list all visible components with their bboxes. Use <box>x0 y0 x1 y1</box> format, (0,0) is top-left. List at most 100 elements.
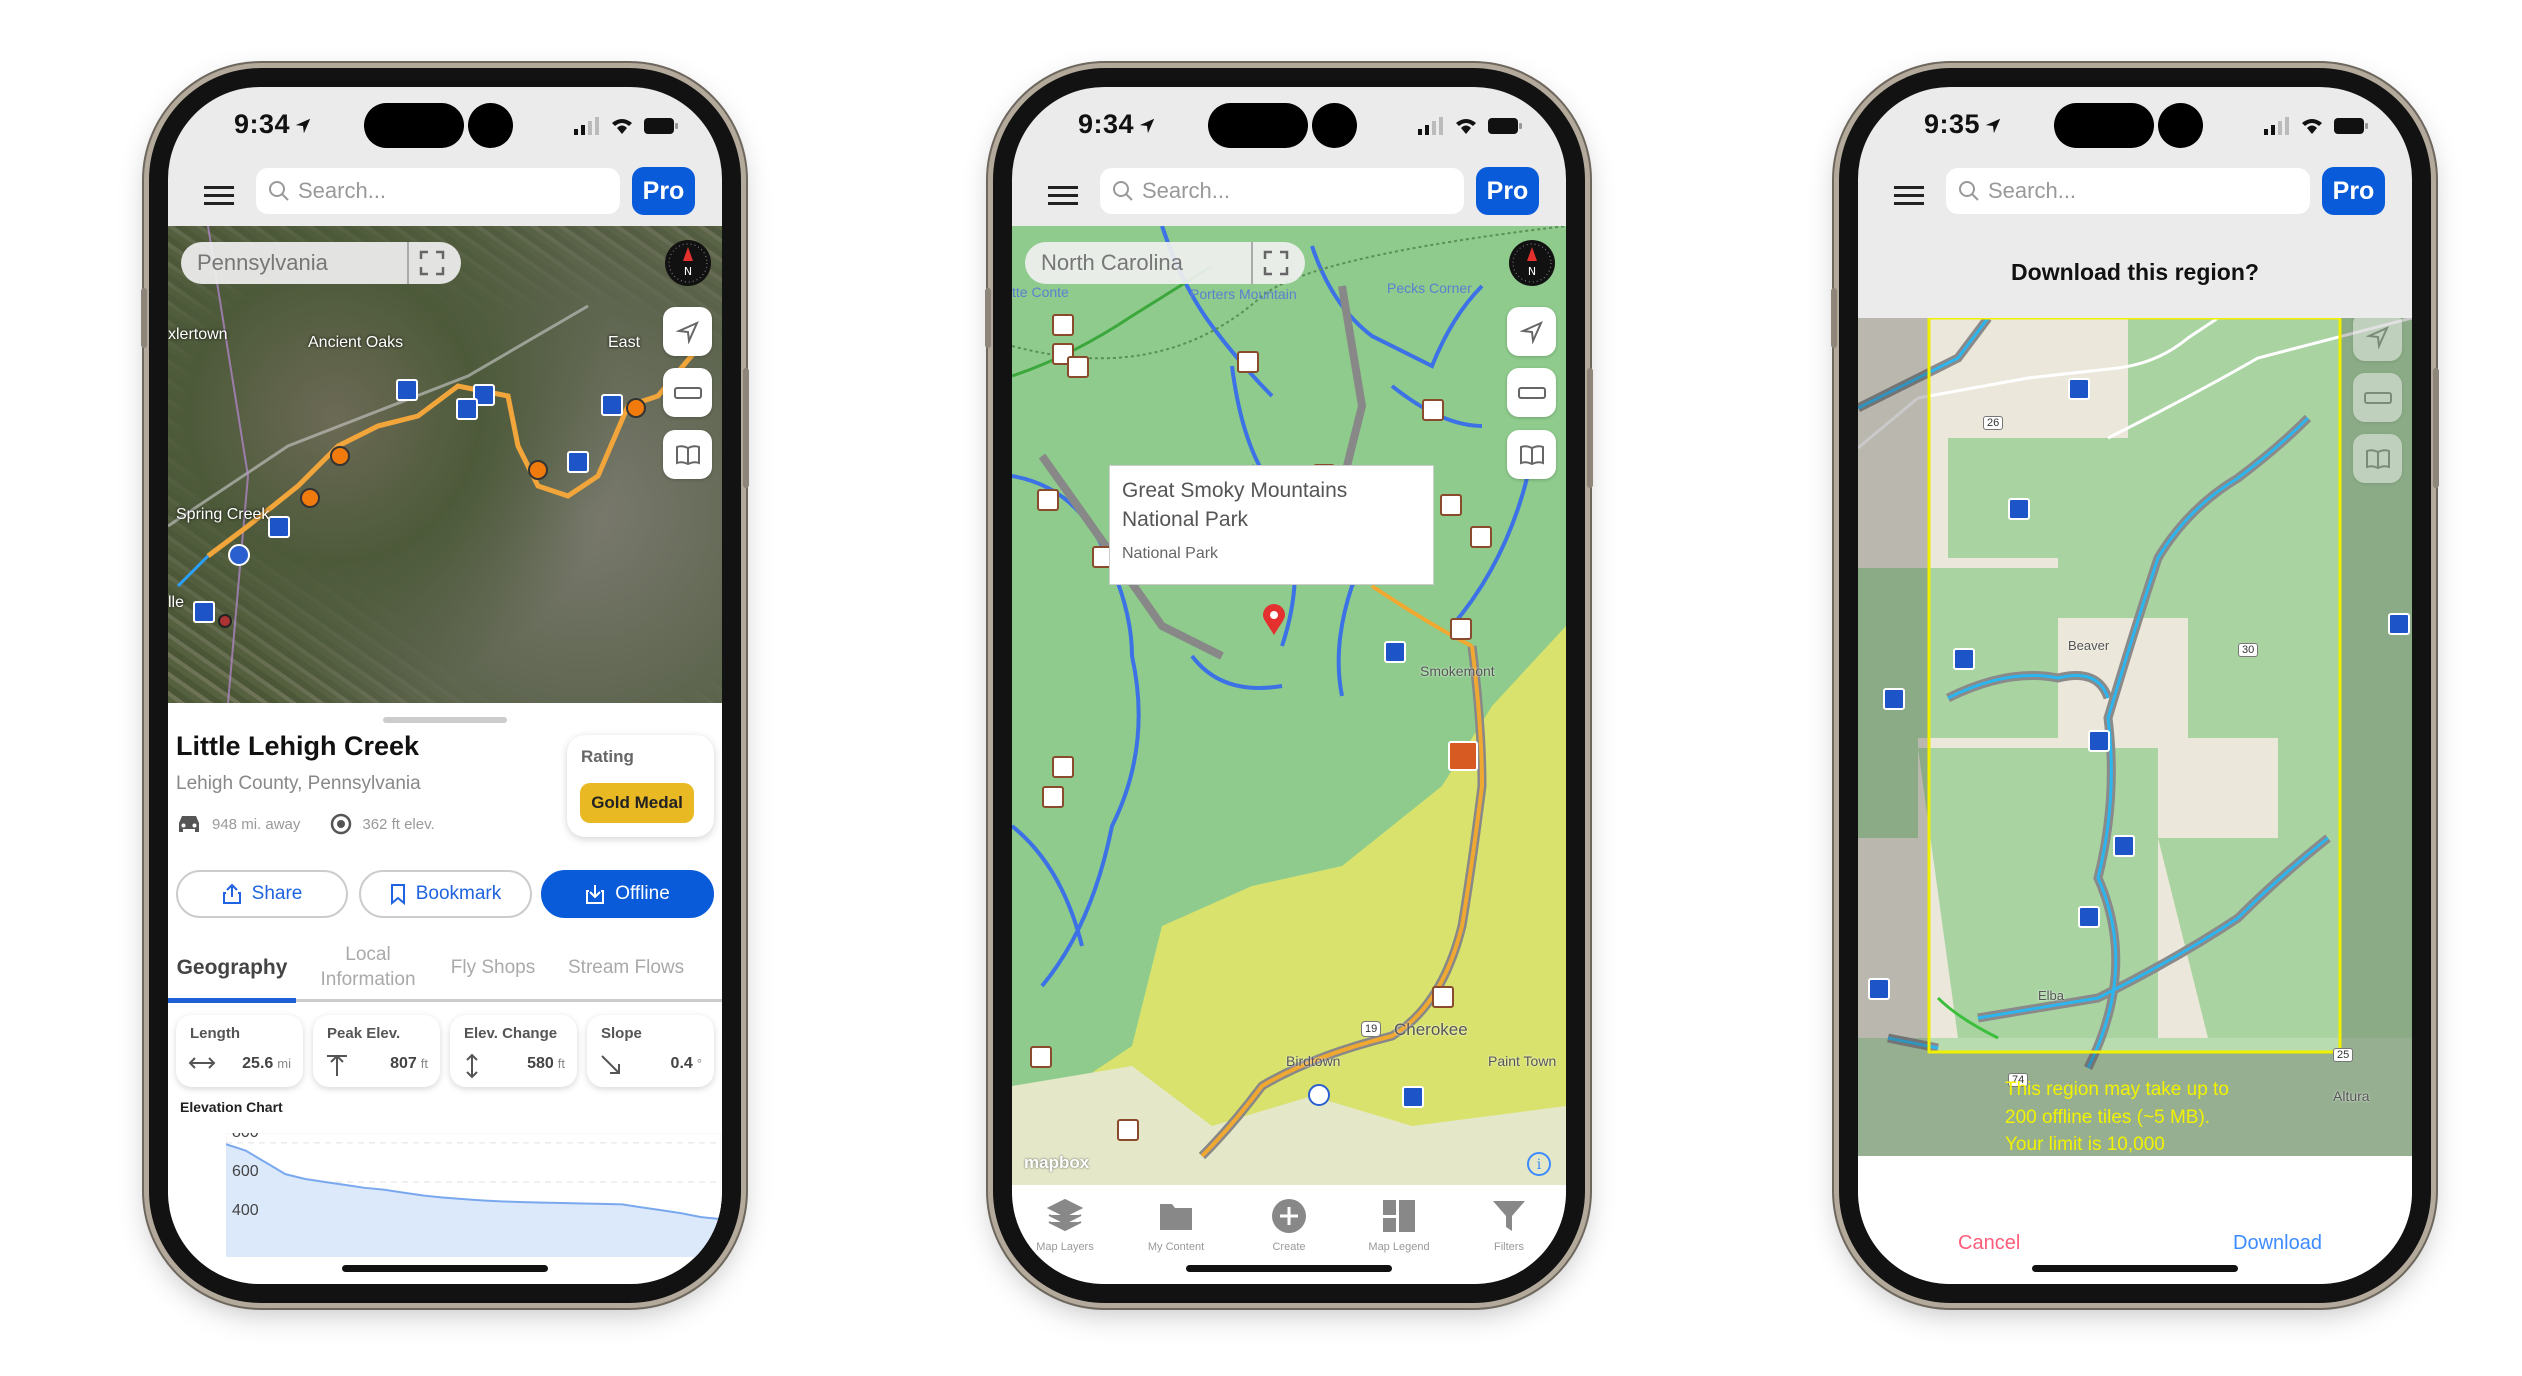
trailhead-marker[interactable] <box>1042 786 1064 808</box>
map-popup[interactable]: Great Smoky Mountains National Park Nati… <box>1109 465 1434 585</box>
trailhead-marker[interactable] <box>1067 356 1089 378</box>
fishing-access-marker[interactable] <box>2113 835 2135 857</box>
region-chip[interactable]: North Carolina <box>1025 242 1305 284</box>
tab-my-content[interactable]: My Content <box>1126 1197 1226 1253</box>
region-name: Pennsylvania <box>197 250 328 275</box>
fishing-access-marker[interactable] <box>2388 613 2410 635</box>
search-input[interactable]: Search... <box>256 168 620 214</box>
locate-me-button[interactable] <box>663 307 712 356</box>
fishing-access-marker[interactable] <box>193 601 215 623</box>
download-region-map[interactable]: 26 30 74 25 Beaver Elba Altura This regi… <box>1858 318 2412 1156</box>
fullscreen-icon[interactable] <box>1263 250 1289 276</box>
tab-filters[interactable]: Filters <box>1459 1197 1559 1253</box>
trailhead-marker[interactable] <box>1450 618 1472 640</box>
share-button[interactable]: Share <box>176 870 348 918</box>
tab-local-information[interactable]: Local Information <box>308 935 428 1001</box>
search-input[interactable]: Search... <box>1100 168 1464 214</box>
search-icon <box>1113 181 1133 201</box>
satellite-map[interactable]: Ancient Oaks Spring Creek xlertown East … <box>168 226 722 703</box>
measure-button[interactable] <box>2353 373 2402 422</box>
menu-icon[interactable] <box>1046 179 1080 213</box>
menu-icon[interactable] <box>1892 179 1926 213</box>
campground-marker[interactable] <box>1432 986 1454 1008</box>
download-button[interactable]: Download <box>2233 1232 2322 1255</box>
fullscreen-icon[interactable] <box>419 250 445 276</box>
measure-button[interactable] <box>663 368 712 417</box>
campground-marker[interactable] <box>1037 489 1059 511</box>
app-bar: Search... Pro <box>1012 167 1566 225</box>
pro-button[interactable]: Pro <box>2322 167 2385 215</box>
map-overlay <box>1858 318 2412 1156</box>
guide-button[interactable] <box>663 430 712 479</box>
route-shield: 19 <box>1361 1021 1382 1037</box>
campground-marker[interactable] <box>1117 1119 1139 1141</box>
route-shield: 26 <box>1983 416 2004 430</box>
measure-button[interactable] <box>1507 368 1556 417</box>
locate-me-button[interactable] <box>1507 307 1556 356</box>
home-indicator[interactable] <box>342 1265 548 1272</box>
guide-button[interactable] <box>1507 430 1556 479</box>
compass-icon[interactable]: N <box>1508 239 1556 287</box>
ruler-icon <box>673 386 702 399</box>
guide-button[interactable] <box>2353 434 2402 483</box>
cancel-button[interactable]: Cancel <box>1958 1232 2020 1255</box>
locate-me-button[interactable] <box>2353 318 2402 361</box>
region-chip[interactable]: Pennsylvania <box>181 242 461 284</box>
drag-handle[interactable] <box>383 717 507 723</box>
menu-icon[interactable] <box>202 179 236 213</box>
fishing-access-marker[interactable] <box>1953 648 1975 670</box>
fishing-access-marker[interactable] <box>1384 641 1406 663</box>
fishing-access-marker[interactable] <box>1402 1086 1424 1108</box>
fishing-access-marker[interactable] <box>2008 498 2030 520</box>
tab-fly-shops[interactable]: Fly Shops <box>433 935 553 1001</box>
topo-map[interactable]: tte Conte Porters Mountain Pecks Corner … <box>1012 226 1566 1185</box>
trailhead-marker[interactable] <box>1470 526 1492 548</box>
trailhead-marker[interactable] <box>1052 314 1074 336</box>
pro-button[interactable]: Pro <box>1476 167 1539 215</box>
book-icon <box>675 444 700 465</box>
search-input[interactable]: Search... <box>1946 168 2310 214</box>
fishing-access-marker[interactable] <box>268 516 290 538</box>
fishing-access-marker[interactable] <box>2068 378 2090 400</box>
target-icon <box>331 813 352 835</box>
fishing-access-marker[interactable] <box>396 379 418 401</box>
trailhead-marker[interactable] <box>1030 1046 1052 1068</box>
pro-button[interactable]: Pro <box>632 167 695 215</box>
elevation-chart[interactable]: 800 600 400 <box>226 1133 721 1257</box>
campground-marker[interactable] <box>1237 351 1259 373</box>
stream-gauge-marker[interactable] <box>228 544 250 566</box>
route-shield: 25 <box>2333 1048 2354 1062</box>
campground-marker[interactable] <box>1052 756 1074 778</box>
tab-geography[interactable]: Geography <box>168 935 296 1001</box>
map-pin-icon[interactable] <box>1262 604 1286 636</box>
fishing-access-marker[interactable] <box>567 451 589 473</box>
info-icon[interactable]: i <box>1526 1151 1552 1177</box>
stream-gauge-marker[interactable] <box>1308 1084 1330 1106</box>
tab-stream-flows[interactable]: Stream Flows <box>568 935 722 1001</box>
folder-icon <box>1160 1204 1192 1230</box>
trailhead-marker[interactable] <box>1440 494 1462 516</box>
campground-marker[interactable] <box>1422 399 1444 421</box>
tab-create[interactable]: Create <box>1239 1197 1339 1253</box>
elevation-text: 362 ft elev. <box>362 815 435 833</box>
fishing-access-marker[interactable] <box>2088 730 2110 752</box>
fishing-access-marker[interactable] <box>601 394 623 416</box>
fishing-access-marker[interactable] <box>1868 978 1890 1000</box>
fly-shop-marker[interactable] <box>1448 741 1478 771</box>
bookmark-button[interactable]: Bookmark <box>359 870 532 918</box>
fishing-access-marker[interactable] <box>1883 688 1905 710</box>
y-tick-label: 400 <box>232 1202 259 1219</box>
funnel-icon <box>1493 1201 1525 1231</box>
tab-map-legend[interactable]: Map Legend <box>1349 1197 1449 1253</box>
map-label: East <box>608 334 641 351</box>
offline-button[interactable]: Offline <box>541 870 714 918</box>
tab-map-layers[interactable]: Map Layers <box>1015 1197 1115 1253</box>
home-indicator[interactable] <box>2032 1265 2238 1272</box>
fishing-access-marker[interactable] <box>2078 906 2100 928</box>
compass-icon[interactable]: N <box>664 239 712 287</box>
home-indicator[interactable] <box>1186 1265 1392 1272</box>
popup-type: National Park <box>1122 544 1219 562</box>
route-point <box>528 460 548 480</box>
map-label: Elba <box>2038 988 2065 1003</box>
fishing-access-marker[interactable] <box>456 398 478 420</box>
